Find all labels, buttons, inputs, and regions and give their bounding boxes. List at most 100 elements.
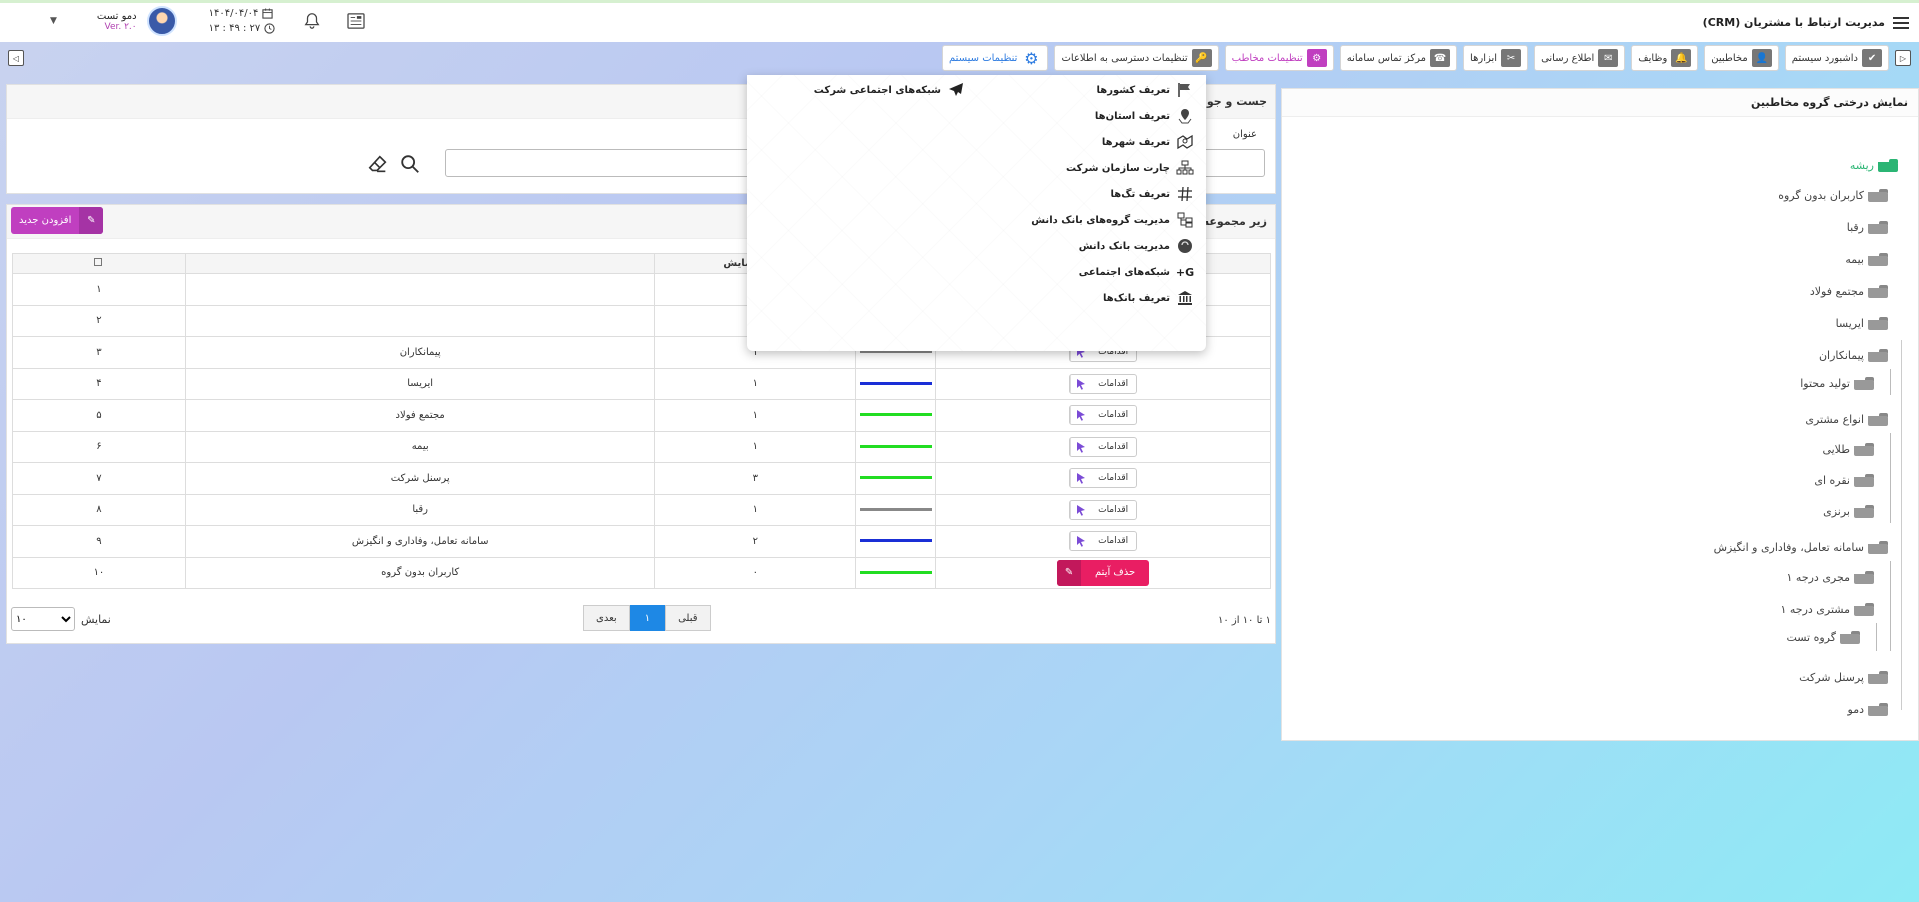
nav-contact-settings[interactable]: ⚙ تنظیمات مخاطب	[1224, 45, 1334, 71]
cell-options: اقدامات	[935, 493, 1271, 526]
actions-button[interactable]: اقدامات	[1069, 531, 1138, 552]
gears-icon: ⚙	[1024, 48, 1039, 68]
menu-item-org-chart[interactable]: چارت سازمان شرکت	[1066, 160, 1194, 176]
menu-item-countries[interactable]: تعریف کشورها	[1097, 82, 1194, 98]
newspaper-icon[interactable]	[347, 13, 365, 29]
cursor-icon	[1070, 406, 1090, 425]
folder-icon	[1868, 413, 1888, 426]
cell-number: ۳	[12, 336, 186, 369]
brain-icon	[1176, 238, 1194, 254]
cell-order: ۱	[654, 367, 857, 400]
menu-item-knowledge-groups[interactable]: مدیریت گروه‌های بانک دانش	[1031, 212, 1194, 228]
nav-call-center[interactable]: ☎ مرکز تماس سامانه	[1339, 45, 1458, 71]
tree-node[interactable]: پرسنل شرکت	[1799, 671, 1888, 684]
collapse-left-button[interactable]: ◁	[8, 50, 24, 66]
search-icon[interactable]	[399, 153, 421, 175]
menu-item-banks[interactable]: تعریف بانک‌ها	[1103, 290, 1194, 306]
user-name: دمو تست	[96, 10, 137, 22]
cell-color	[855, 367, 937, 400]
notification-bell-icon[interactable]	[303, 12, 321, 30]
tree-node[interactable]: پیمانکاران	[1819, 349, 1888, 362]
menu-item-provinces[interactable]: تعریف استان‌ها	[1095, 108, 1194, 124]
table-row[interactable]: اقدامات ۱ مجتمع فولاد ۵	[12, 399, 1271, 432]
tree-node[interactable]: طلایی	[1822, 443, 1874, 456]
scrollbar[interactable]	[1901, 340, 1919, 710]
cell-number: ۴	[12, 367, 186, 400]
header-widgets: ▼ دمو تست Ver. ۲.۰ ۱۴۰۴/۰۴/۰۴ ۱۳ : ۴۹ : …	[50, 6, 365, 36]
chevron-down-icon[interactable]: ▼	[50, 16, 57, 26]
tree-node[interactable]: ایریسا	[1836, 317, 1888, 330]
menu-item-company-social[interactable]: شبکه‌های اجتماعی شرکت	[814, 82, 965, 98]
folder-icon	[1854, 377, 1874, 390]
eraser-icon[interactable]	[367, 153, 389, 175]
actions-button[interactable]: اقدامات	[1069, 436, 1138, 457]
nav-dashboard[interactable]: ✔ داشبورد سیستم	[1784, 45, 1889, 71]
tree-node[interactable]: کاربران بدون گروه	[1778, 189, 1888, 202]
folder-icon	[1840, 631, 1860, 644]
table-row[interactable]: اقدامات ۱ بیمه ۶	[12, 430, 1271, 463]
next-page-button[interactable]: بعدی	[583, 605, 630, 631]
tree-node[interactable]: سامانه تعامل، وفاداری و انگیزش	[1714, 541, 1888, 554]
tree-node[interactable]: انواع مشتری	[1805, 413, 1888, 426]
tree-node[interactable]: برنزی	[1823, 505, 1874, 518]
table-row[interactable]: اقدامات ۱ ایریسا ۴	[12, 367, 1271, 400]
color-swatch	[859, 476, 932, 480]
cell-color	[855, 430, 937, 463]
bank-icon	[1176, 290, 1194, 306]
cell-color	[855, 525, 937, 558]
nav-tasks[interactable]: 🔔 وظایف	[1631, 45, 1699, 71]
page-1-button[interactable]: ۱	[629, 605, 666, 631]
table-row[interactable]: اقدامات ۱ رقبا ۸	[12, 493, 1271, 526]
cell-number: ۷	[12, 462, 186, 495]
tree-node[interactable]: دمو	[1848, 703, 1888, 716]
nav-system-settings[interactable]: ⚙ تنظیمات سیستم	[942, 45, 1049, 71]
cell-options: اقدامات	[935, 525, 1271, 558]
nav-access-settings[interactable]: 🔑 تنظیمات دسترسی به اطلاعات	[1054, 45, 1219, 71]
tree-node[interactable]: رقبا	[1847, 221, 1888, 234]
delete-item-button[interactable]: ✎ حذف آیتم	[1057, 559, 1150, 586]
cell-options: اقدامات	[935, 367, 1271, 400]
cell-name: پرسنل شرکت	[184, 462, 656, 495]
actions-button[interactable]: اقدامات	[1069, 405, 1138, 426]
nav-tools[interactable]: ✂ ابزارها	[1463, 45, 1529, 71]
nav-contacts[interactable]: 👤 مخاطبین	[1704, 45, 1779, 71]
col-header-name[interactable]	[184, 253, 656, 274]
menu-item-knowledge-bank[interactable]: مدیریت بانک دانش	[1079, 238, 1194, 254]
tree-node[interactable]: مشتری درجه ۱	[1780, 603, 1874, 616]
cell-options: اقدامات	[935, 430, 1271, 463]
tree-node[interactable]: گروه تست	[1786, 631, 1860, 644]
actions-button[interactable]: اقدامات	[1069, 373, 1138, 394]
nav-notifications[interactable]: ✉ اطلاع رسانی	[1534, 45, 1626, 71]
cell-number: ۹	[12, 525, 186, 558]
add-new-button[interactable]: افزودن جدید ✎	[11, 207, 104, 234]
cell-name: مجتمع فولاد	[184, 399, 656, 432]
tree-node[interactable]: بیمه	[1845, 253, 1888, 266]
collapse-right-button[interactable]: ▷	[1895, 50, 1911, 66]
menu-item-cities[interactable]: تعریف شهرها	[1102, 134, 1194, 150]
table-row[interactable]: اقدامات ۳ پرسنل شرکت ۷	[12, 462, 1271, 495]
cell-options: ✎ حذف آیتم	[935, 556, 1271, 589]
table-row[interactable]: اقدامات ۲ سامانه تعامل، وفاداری و انگیزش ۹	[12, 525, 1271, 558]
menu-item-social-networks[interactable]: G+ شبکه‌های اجتماعی	[1079, 264, 1194, 280]
tree-node[interactable]: تولید محتوا	[1800, 377, 1874, 390]
cell-order: ۳	[654, 462, 857, 495]
prev-page-button[interactable]: قبلی	[665, 605, 711, 631]
tree-node-root[interactable]: ریشه	[1850, 159, 1898, 172]
tree-node[interactable]: نقره ای	[1814, 474, 1874, 487]
color-swatch	[859, 570, 932, 574]
tree-node[interactable]: مجری درجه ۱	[1787, 571, 1874, 584]
hamburger-menu-icon[interactable]	[1893, 16, 1909, 29]
tree-node[interactable]: مجتمع فولاد	[1810, 285, 1888, 298]
page-size-select[interactable]: ۱۰	[11, 607, 75, 631]
col-header-select[interactable]	[12, 253, 186, 274]
actions-button[interactable]: اقدامات	[1069, 499, 1138, 520]
cell-number: ۵	[12, 399, 186, 432]
color-swatch	[859, 444, 932, 448]
menu-item-tags[interactable]: تعریف تگ‌ها	[1111, 186, 1194, 202]
avatar[interactable]	[146, 6, 177, 36]
bell-icon: 🔔	[1671, 49, 1692, 67]
actions-button[interactable]: اقدامات	[1069, 468, 1138, 489]
group-tree-icon	[1176, 212, 1194, 228]
table-row[interactable]: ✎ حذف آیتم ۰ کاربران بدون گروه ۱۰	[12, 556, 1271, 589]
folder-icon	[1868, 349, 1888, 362]
